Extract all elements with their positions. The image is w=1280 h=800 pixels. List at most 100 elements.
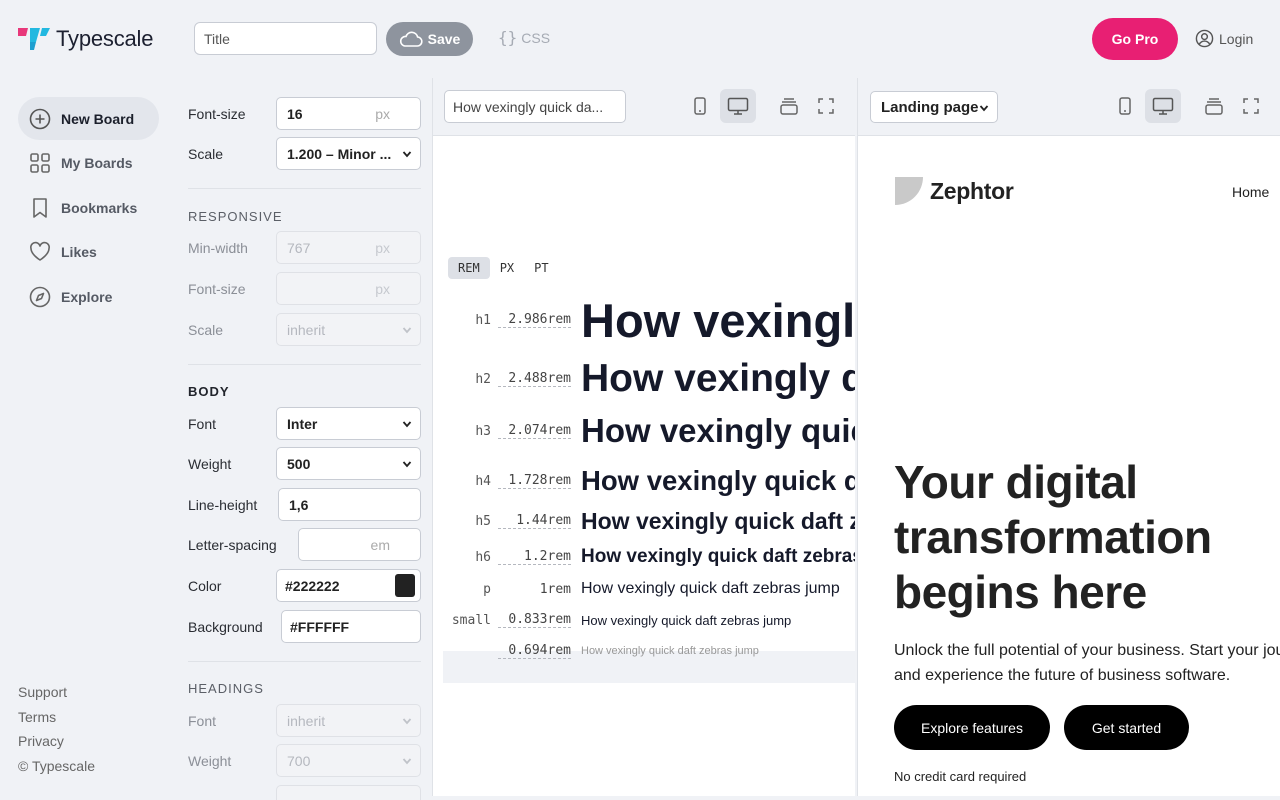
sidebar-item-bookmarks[interactable]: Bookmarks [18,186,159,229]
row-value[interactable]: 1.2rem [498,549,571,565]
scale-row-small[interactable]: small 0.833rem How vexingly quick daft z… [443,611,855,629]
login-label: Login [1219,30,1254,47]
terms-link[interactable]: Terms [18,709,95,734]
color-swatch[interactable] [391,569,421,602]
min-width-value: 767 [287,239,311,256]
monitor-icon [1152,97,1174,115]
font-size-input[interactable]: 16 px [276,97,421,130]
copyright: © Typescale [18,757,95,774]
scale-select[interactable]: 1.200 – Minor ... [276,137,421,170]
scale-row-p[interactable]: p 1rem How vexingly quick daft zebras ju… [443,578,855,600]
background-label: Background [188,618,263,635]
line-height-input[interactable]: 1,6 [278,488,421,521]
home-link[interactable]: Home [1232,184,1269,200]
get-started-button[interactable]: Get started [1064,705,1189,750]
sidebar-item-my-boards[interactable]: My Boards [18,142,159,185]
row-value[interactable]: 0.694rem [498,643,571,659]
fullscreen-button[interactable] [1240,95,1262,117]
template-select[interactable]: Landing page [870,91,998,123]
phone-icon [694,97,706,115]
scale-row-h2[interactable]: h2 2.488rem How vexingly quick daft zebr… [443,357,855,401]
letter-spacing-input[interactable]: em [298,528,421,561]
scale-row-h1[interactable]: h1 2.986rem How vexingly quick daft zebr… [443,292,855,348]
save-label: Save [427,31,461,47]
logo[interactable]: Typescale [18,26,153,52]
font-size-label: Font-size [188,105,246,122]
responsive-font-size-label: Font-size [188,280,246,297]
grid-icon [30,153,50,173]
min-width-row: Min-width 767 px [188,231,421,264]
background-swatch[interactable] [391,610,421,643]
plus-circle-icon [29,108,51,129]
row-tag: h5 [475,513,491,529]
landing-preview: Zephtor Home Your digital transformation… [858,136,1280,796]
responsive-scale-select[interactable]: inherit [276,313,421,346]
sample-text-input[interactable]: How vexingly quick da... [444,90,626,123]
body-font-select[interactable]: Inter [276,407,421,440]
sidebar-item-explore[interactable]: Explore [18,275,159,318]
desktop-view-button[interactable] [1145,89,1181,123]
heart-icon [30,241,50,261]
fullscreen-button[interactable] [815,95,837,117]
tab-rem[interactable]: REM [448,257,490,279]
scale-row-h4[interactable]: h4 1.728rem How vexingly quick daft zebr… [443,464,855,498]
sidebar-item-new-board[interactable]: New Board [18,97,159,140]
scale-row-h6[interactable]: h6 1.2rem How vexingly quick daft zebras… [443,545,855,569]
responsive-font-size-input[interactable]: px [276,272,421,305]
responsive-scale-value: inherit [287,321,326,338]
headings-weight-select[interactable]: 700 [276,744,421,777]
row-value[interactable]: 2.986rem [498,312,571,328]
row-value[interactable]: 1.44rem [498,513,571,529]
scale-row-xs[interactable]: 0.694rem How vexingly quick daft zebras … [443,643,855,659]
row-value[interactable]: 2.074rem [498,423,571,439]
board-title-input[interactable] [194,22,377,55]
tab-px[interactable]: PX [490,257,524,279]
font-size-value: 16 [287,105,303,122]
layers-button[interactable] [1203,95,1225,117]
background-input[interactable]: #FFFFFF [281,610,421,643]
scale-row-h5[interactable]: h5 1.44rem How vexingly quick daft zebra… [443,506,855,536]
unit-label: px [375,239,390,256]
color-input[interactable]: #222222 [276,569,421,602]
line-height-value: 1,6 [289,496,309,513]
sidebar-item-label: Likes [61,244,97,260]
body-weight-label: Weight [188,455,232,472]
privacy-link[interactable]: Privacy [18,733,95,758]
layers-button[interactable] [778,95,800,117]
tab-pt[interactable]: PT [524,257,558,279]
scale-row-h3[interactable]: h3 2.074rem How vexingly quick daft zebr… [443,412,855,450]
template-select-value: Landing page [881,98,979,116]
unit-label: px [375,280,390,297]
min-width-input[interactable]: 767 px [276,231,421,264]
row-value[interactable]: 0.833rem [498,612,571,628]
user-circle-icon [1195,29,1214,48]
go-pro-button[interactable]: Go Pro [1092,18,1178,60]
support-link[interactable]: Support [18,684,95,709]
landing-preview-toolbar: Landing page [858,78,1280,136]
row-value[interactable]: 1.728rem [498,473,571,489]
lead-line: and experience the future of business so… [894,667,1231,684]
body-weight-row: Weight 500 [188,447,421,480]
sidebar-item-likes[interactable]: Likes [18,231,159,274]
css-button[interactable]: {} CSS [498,28,550,47]
row-value[interactable]: 2.488rem [498,371,571,387]
mobile-view-button[interactable] [689,95,711,117]
explore-features-button[interactable]: Explore features [894,705,1050,750]
headings-next-field[interactable] [276,785,421,800]
mobile-view-button[interactable] [1114,95,1136,117]
headings-font-select[interactable]: inherit [276,704,421,737]
responsive-heading: RESPONSIVE [188,209,283,224]
body-weight-value: 500 [287,455,311,472]
headings-font-label: Font [188,712,217,729]
chevron-down-icon [979,105,989,112]
save-button[interactable]: Save [386,22,473,56]
phone-icon [1119,97,1131,115]
body-weight-select[interactable]: 500 [276,447,421,480]
divider [188,364,421,365]
desktop-view-button[interactable] [720,89,756,123]
cloud-icon [399,31,423,47]
min-width-label: Min-width [188,239,248,256]
row-value[interactable]: 1rem [498,582,571,597]
login-button[interactable]: Login [1195,29,1253,48]
headings-weight-row: Weight 700 [188,744,421,777]
